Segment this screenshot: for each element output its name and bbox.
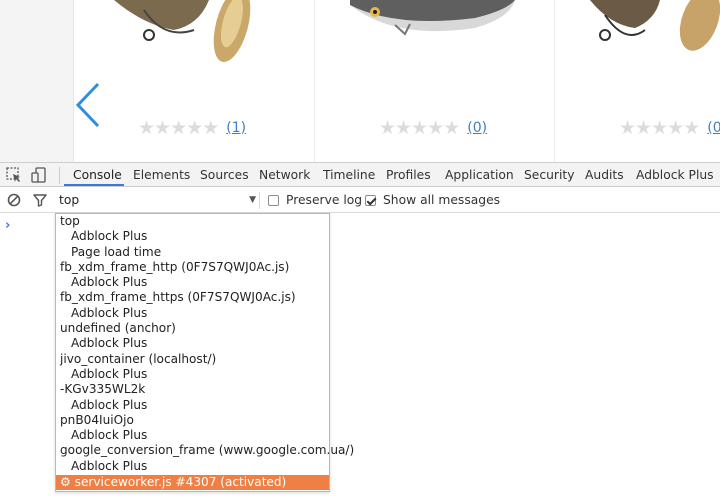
product-card[interactable]: ★★★★★ (0)	[555, 0, 720, 162]
star-icon: ★	[411, 117, 428, 139]
star-rating: ★★★★★ (0)	[619, 118, 720, 138]
dropdown-caret-icon: ▼	[249, 195, 256, 205]
context-menu-item[interactable]: undefined (anchor)	[56, 321, 329, 336]
tab-elements[interactable]: Elements	[133, 163, 190, 187]
console-prompt-icon[interactable]: ›	[5, 218, 10, 233]
star-icon: ★	[186, 117, 203, 139]
context-menu-item[interactable]: pnB04IuiOjo	[56, 413, 329, 428]
context-menu-item[interactable]: fb_xdm_frame_http (0F7S7QWJ0Ac.js)	[56, 260, 329, 275]
star-rating: ★★★★★ (0)	[379, 118, 487, 138]
page-content: ★★★★★ (1) ★★★★★ (0) ★★★★★ (0)	[0, 0, 720, 162]
star-icon: ★	[170, 117, 187, 139]
context-menu-subitem[interactable]: Adblock Plus	[56, 459, 329, 474]
rating-count-link[interactable]: (0)	[707, 118, 720, 138]
devtools-panel: Console Elements Sources Network Timelin…	[0, 162, 720, 502]
context-menu-subitem[interactable]: Adblock Plus	[56, 428, 329, 443]
device-toolbar-icon[interactable]	[30, 166, 48, 184]
console-toolbar: top ▼ Preserve log Show all messages	[0, 188, 720, 213]
context-dropdown-menu: top Adblock Plus Page load time fb_xdm_fram…	[55, 213, 354, 492]
context-select-value: top	[59, 193, 80, 207]
tab-sources[interactable]: Sources	[200, 163, 249, 187]
star-icon: ★	[154, 117, 171, 139]
tab-network[interactable]: Network	[259, 163, 310, 187]
tab-timeline[interactable]: Timeline	[323, 163, 375, 187]
toolbar-divider	[259, 192, 260, 209]
tab-security[interactable]: Security	[524, 163, 575, 187]
rating-count-link[interactable]: (0)	[467, 118, 487, 138]
context-menu-item[interactable]: top	[56, 214, 329, 229]
star-icon: ★	[667, 117, 684, 139]
star-icon: ★	[395, 117, 412, 139]
context-menu-item-selected[interactable]: ⚙ serviceworker.js #4307 (activated)	[56, 475, 329, 491]
star-rating: ★ ★ ★ ★ ★ (1)	[138, 118, 246, 138]
preserve-log-label[interactable]: Preserve log	[286, 188, 362, 213]
star-icon: ★	[651, 117, 668, 139]
fishing-lure-image	[350, 0, 515, 36]
context-menu-subitem[interactable]: Adblock Plus	[56, 229, 329, 244]
clear-console-icon[interactable]	[6, 192, 22, 208]
toolbar-divider	[59, 167, 60, 184]
context-menu-subitem[interactable]: Page load time	[56, 245, 329, 260]
page-left-gutter	[0, 0, 74, 162]
star-icon: ★	[683, 117, 700, 139]
star-icon: ★	[443, 117, 460, 139]
tab-adblock-plus[interactable]: Adblock Plus	[636, 163, 714, 187]
star-icon: ★	[619, 117, 636, 139]
context-menu-item[interactable]: google_conversion_frame (www.google.com.…	[56, 443, 354, 458]
context-menu-subitem[interactable]: Adblock Plus	[56, 367, 329, 382]
context-menu-item[interactable]: fb_xdm_frame_https (0F7S7QWJ0Ac.js)	[56, 290, 329, 305]
tab-application[interactable]: Application	[445, 163, 514, 187]
filter-icon[interactable]	[32, 192, 48, 208]
devtools-tabbar: Console Elements Sources Network Timelin…	[0, 162, 720, 187]
preserve-log-checkbox[interactable]	[268, 195, 279, 206]
star-icon: ★	[138, 117, 155, 139]
context-menu-subitem[interactable]: Adblock Plus	[56, 275, 329, 290]
star-icon: ★	[379, 117, 396, 139]
tab-audits[interactable]: Audits	[585, 163, 624, 187]
tab-profiles[interactable]: Profiles	[386, 163, 431, 187]
fishing-lure-image	[114, 0, 251, 62]
context-menu-subitem[interactable]: Adblock Plus	[56, 398, 329, 413]
star-icon: ★	[635, 117, 652, 139]
fishing-lure-image	[590, 0, 720, 51]
product-card[interactable]: ★★★★★ (0)	[315, 0, 555, 162]
execution-context-select[interactable]: top ▼	[56, 188, 264, 213]
context-menu-subitem[interactable]: Adblock Plus	[56, 336, 329, 351]
star-icon: ★	[427, 117, 444, 139]
context-menu-item[interactable]: jivo_container (localhost/)	[56, 352, 329, 367]
show-all-messages-checkbox[interactable]	[365, 195, 376, 206]
rating-count-link[interactable]: (1)	[226, 118, 246, 138]
context-menu-subitem[interactable]: Adblock Plus	[56, 306, 329, 321]
product-card[interactable]: ★ ★ ★ ★ ★ (1)	[74, 0, 315, 162]
show-all-messages-label[interactable]: Show all messages	[383, 188, 500, 213]
active-tab-indicator	[64, 184, 124, 186]
star-icon: ★	[202, 117, 219, 139]
inspect-element-icon[interactable]	[5, 166, 23, 184]
context-menu-item[interactable]: -KGv335WL2k	[56, 382, 329, 397]
